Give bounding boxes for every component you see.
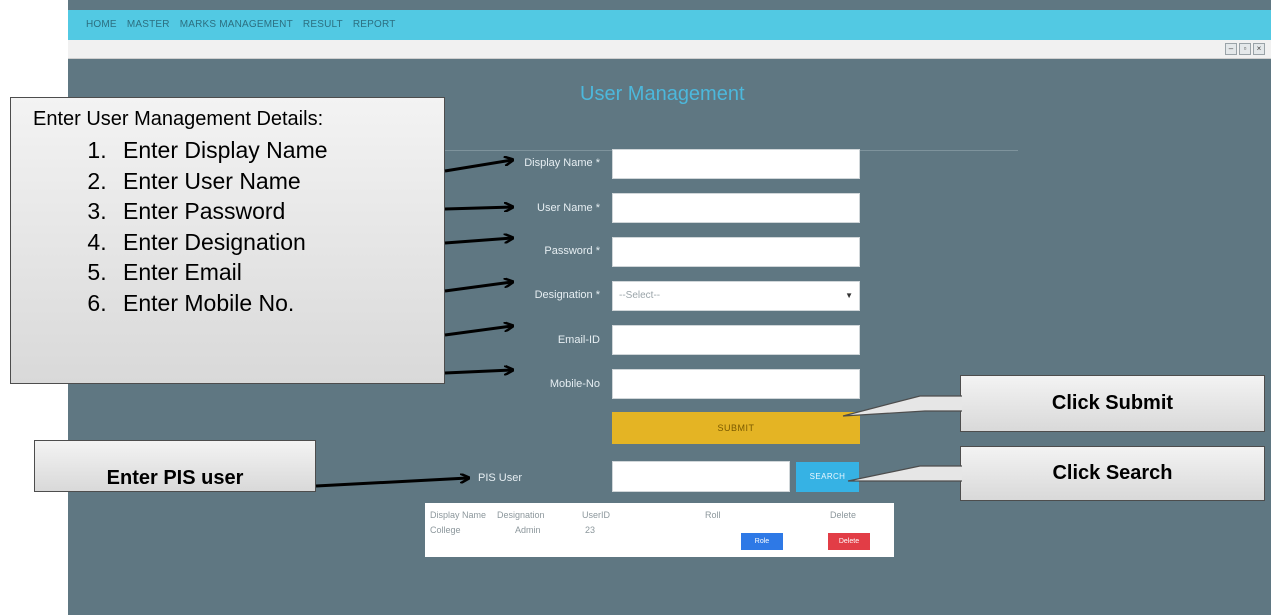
pointer-submit [842, 395, 962, 417]
arrow-mobile [444, 370, 512, 373]
arrow-designation [444, 282, 512, 293]
arrow-pis-user [315, 478, 468, 488]
arrow-display-name [444, 160, 512, 173]
arrow-user-name [444, 207, 512, 209]
arrow-password [444, 238, 512, 245]
pointer-search [847, 465, 962, 482]
annotation-arrows [315, 0, 962, 488]
arrow-email [444, 326, 512, 337]
